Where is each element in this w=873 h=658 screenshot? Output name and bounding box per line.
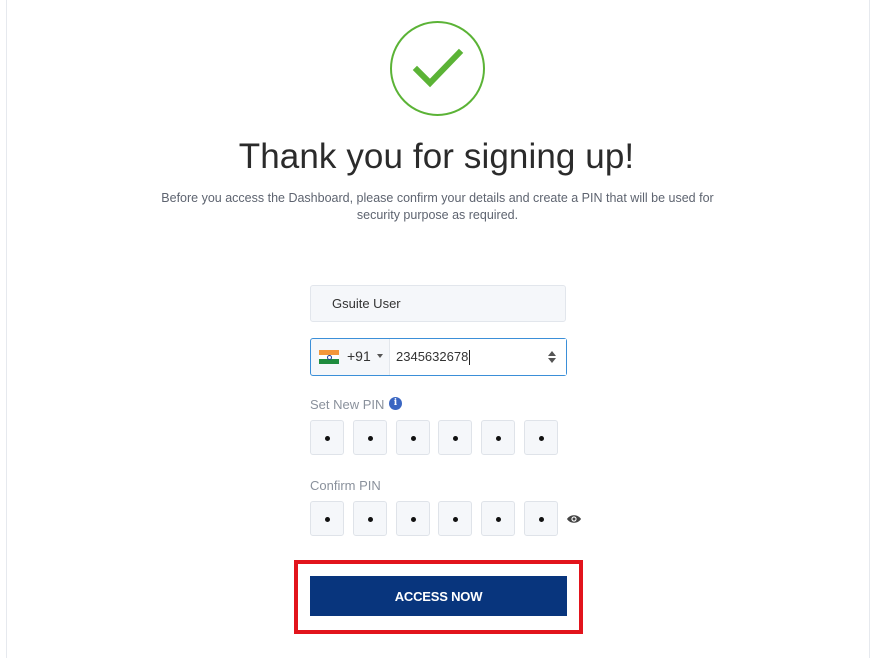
number-spinner-icon[interactable] xyxy=(548,350,556,364)
new-pin-digit-3[interactable] xyxy=(396,420,430,455)
phone-number-input[interactable]: 2345632678 xyxy=(389,339,566,375)
page-title: Thank you for signing up! xyxy=(238,137,635,176)
new-pin-digit-1[interactable] xyxy=(310,420,344,455)
new-pin-digit-6[interactable] xyxy=(524,420,558,455)
new-pin-digit-4[interactable] xyxy=(438,420,472,455)
page-subtitle: Before you access the Dashboard, please … xyxy=(161,191,714,222)
check-circle-icon xyxy=(390,21,485,116)
chevron-down-icon xyxy=(377,354,383,358)
set-new-pin-label: Set New PIN xyxy=(310,397,385,412)
country-code-select[interactable]: +91 xyxy=(311,339,389,375)
info-icon[interactable]: i xyxy=(389,397,402,410)
confirm-pin-digit-3[interactable] xyxy=(396,501,430,536)
check-mark-icon xyxy=(412,48,464,88)
eye-icon[interactable] xyxy=(566,513,582,525)
confirm-pin-digit-5[interactable] xyxy=(481,501,515,536)
confirm-pin-digit-6[interactable] xyxy=(524,501,558,536)
name-field[interactable]: Gsuite User xyxy=(310,285,566,322)
phone-number-value: 2345632678 xyxy=(396,349,469,364)
india-flag-icon xyxy=(319,350,339,364)
confirm-pin-label: Confirm PIN xyxy=(310,478,381,493)
confirm-pin-digit-4[interactable] xyxy=(438,501,472,536)
confirm-pin-digit-2[interactable] xyxy=(353,501,387,536)
access-now-button[interactable]: ACCESS NOW xyxy=(310,576,567,616)
new-pin-digit-2[interactable] xyxy=(353,420,387,455)
dial-code: +91 xyxy=(347,348,371,364)
confirm-pin-digit-1[interactable] xyxy=(310,501,344,536)
phone-field: +91 2345632678 xyxy=(310,338,567,376)
text-cursor xyxy=(469,350,471,366)
new-pin-digit-5[interactable] xyxy=(481,420,515,455)
